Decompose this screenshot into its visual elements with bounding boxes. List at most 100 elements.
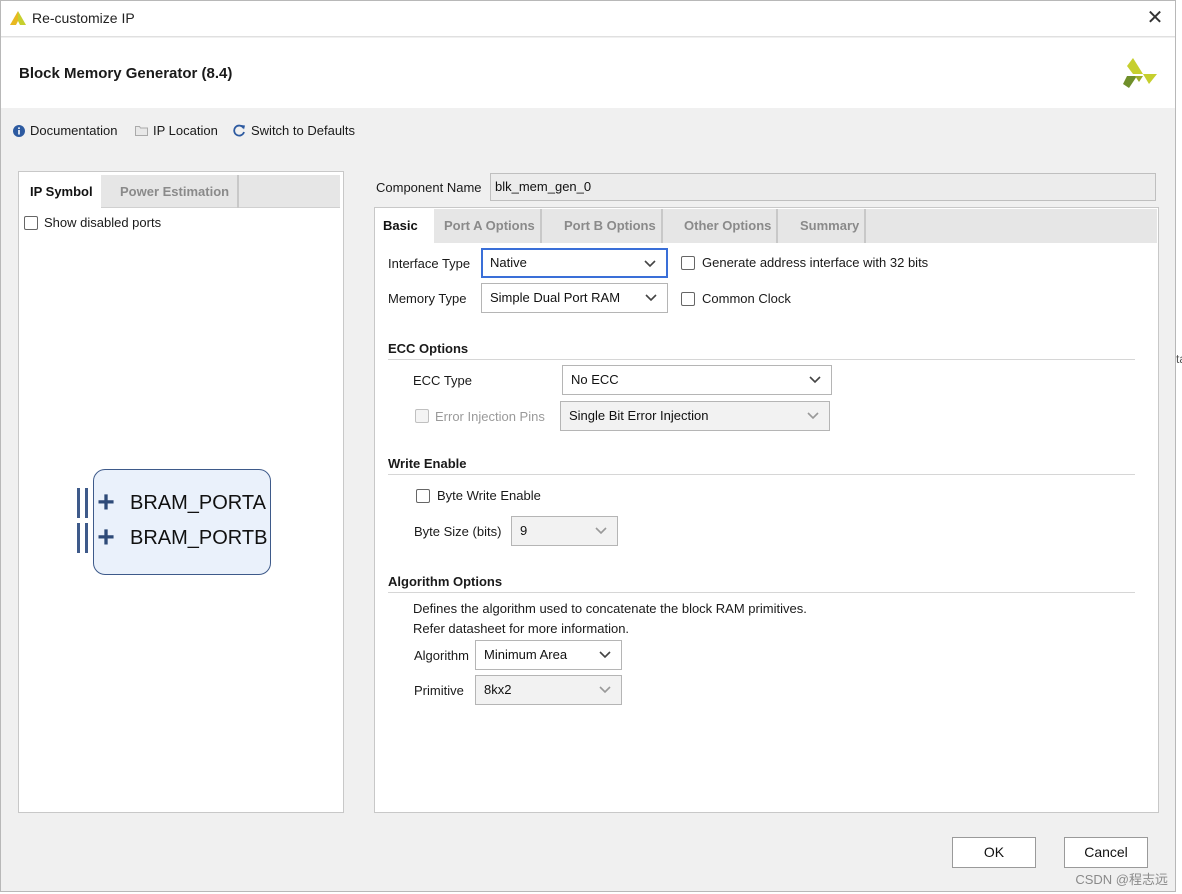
ecc-type-row: ECC Type No ECC [413,365,832,395]
ecc-type-label: ECC Type [413,372,473,388]
error-injection-checkbox [415,409,429,423]
expand-plus-icon[interactable]: + [94,523,118,553]
section-divider [388,359,1135,360]
memory-type-label: Memory Type [388,290,467,306]
xilinx-logo-icon [1123,58,1157,88]
gen-addr-32-label: Generate address interface with 32 bits [702,255,929,270]
common-clock-option[interactable]: Common Clock [681,291,791,306]
algorithm-select[interactable]: Minimum Area [475,640,622,670]
port-label: BRAM_PORTA [130,491,266,514]
memory-type-select[interactable]: Simple Dual Port RAM [481,283,668,313]
error-injection-label: Error Injection Pins [435,408,545,424]
chevron-down-icon [599,686,611,694]
ok-button[interactable]: OK [952,837,1036,868]
switch-defaults-label: Switch to Defaults [251,123,356,138]
chevron-down-icon [599,651,611,659]
port-bram-porta[interactable]: + BRAM_PORTA [77,488,266,518]
common-clock-checkbox[interactable] [681,291,695,306]
background-edge-text: ta [1176,352,1182,366]
show-disabled-ports-label: Show disabled ports [44,215,162,230]
options-tab-box: Basic Port A Options Port B Options Othe… [374,207,1159,813]
refresh-icon [233,124,245,137]
section-divider [388,592,1135,593]
error-injection-row: Error Injection Pins Single Bit Error In… [415,401,830,431]
ip-symbol-block [93,469,271,575]
ecc-type-select[interactable]: No ECC [562,365,832,395]
tab-summary[interactable]: Summary [795,209,867,243]
component-name-input[interactable]: blk_mem_gen_0 [490,173,1156,201]
byte-write-enable-checkbox[interactable] [416,488,430,503]
port-bus-icon [77,523,88,553]
folder-icon [135,126,148,136]
byte-size-row: Byte Size (bits) 9 [414,516,618,546]
component-name-row: Component Name blk_mem_gen_0 [376,173,1156,201]
tab-port-b-options[interactable]: Port B Options [559,209,663,243]
algorithm-description-line1: Defines the algorithm used to concatenat… [413,601,807,616]
algorithm-label: Algorithm [414,647,469,663]
interface-type-select[interactable]: Native [481,248,668,278]
tab-port-a-options[interactable]: Port A Options [439,209,542,243]
error-injection-select: Single Bit Error Injection [560,401,830,431]
vivado-app-icon [10,11,26,25]
gen-addr-32-checkbox[interactable] [681,255,695,270]
component-name-label: Component Name [376,179,482,195]
options-tabstrip: Basic Port A Options Port B Options Othe… [378,209,1157,243]
interface-type-label: Interface Type [388,255,471,271]
tab-other-options[interactable]: Other Options [679,209,779,243]
window-title: Re-customize IP [32,10,135,26]
algorithm-options-title: Algorithm Options [388,574,503,589]
chevron-down-icon [595,527,607,535]
byte-write-enable-label: Byte Write Enable [437,488,541,503]
dialog-header: Block Memory Generator (8.4) [1,38,1175,108]
show-disabled-ports-checkbox[interactable] [24,215,38,230]
tab-basic[interactable]: Basic [378,209,434,243]
byte-size-select: 9 [511,516,618,546]
error-injection-value: Single Bit Error Injection [569,408,709,423]
csdn-watermark: CSDN @程志远 [1075,872,1168,887]
ip-location-link[interactable]: IP Location [135,123,218,138]
port-bus-icon [77,488,88,518]
ip-symbol-panel: IP Symbol Power Estimation Show disabled… [18,171,344,813]
chevron-down-icon [645,294,657,302]
interface-type-row: Interface Type Native [388,248,668,278]
info-icon [13,124,25,137]
left-tabstrip: IP Symbol Power Estimation [22,175,340,208]
ip-heading: Block Memory Generator (8.4) [19,65,233,82]
primitive-row: Primitive 8kx2 [414,675,622,705]
chevron-down-icon [809,376,821,384]
documentation-label: Documentation [30,123,118,138]
switch-defaults-link[interactable]: Switch to Defaults [233,123,355,138]
interface-type-value: Native [490,255,527,270]
ip-location-label: IP Location [153,123,218,138]
port-label: BRAM_PORTB [130,526,268,549]
tab-power-estimation[interactable]: Power Estimation [112,175,240,208]
algorithm-value: Minimum Area [484,647,568,662]
show-disabled-ports-option[interactable]: Show disabled ports [24,215,161,230]
documentation-link[interactable]: Documentation [13,123,117,138]
common-clock-label: Common Clock [702,291,791,306]
section-divider [388,474,1135,475]
algorithm-row: Algorithm Minimum Area [414,640,622,670]
expand-plus-icon[interactable]: + [94,488,118,518]
dialog-window: Re-customize IP ✕ Block Memory Generator… [0,0,1176,892]
ecc-options-title: ECC Options [388,341,469,356]
tab-ip-symbol[interactable]: IP Symbol [22,175,101,208]
title-bar: Re-customize IP ✕ [1,1,1175,37]
byte-size-label: Byte Size (bits) [414,523,502,539]
byte-write-enable-option[interactable]: Byte Write Enable [416,488,541,503]
ecc-type-value: No ECC [571,372,619,387]
memory-type-value: Simple Dual Port RAM [490,290,621,305]
cancel-button[interactable]: Cancel [1064,837,1148,868]
primitive-label: Primitive [414,682,464,698]
chevron-down-icon [807,412,819,420]
chevron-down-icon [644,260,656,268]
configuration-panel: Component Name blk_mem_gen_0 Basic Port … [373,171,1160,813]
port-bram-portb[interactable]: + BRAM_PORTB [77,523,267,553]
toolbar: Documentation IP Location Switch to Defa… [1,108,1175,150]
algorithm-description-line2: Refer datasheet for more information. [413,621,630,636]
gen-addr-32-option[interactable]: Generate address interface with 32 bits [681,255,928,270]
primitive-value: 8kx2 [484,682,512,697]
primitive-select: 8kx2 [475,675,622,705]
close-icon[interactable]: ✕ [1143,7,1167,31]
memory-type-row: Memory Type Simple Dual Port RAM [388,283,668,313]
